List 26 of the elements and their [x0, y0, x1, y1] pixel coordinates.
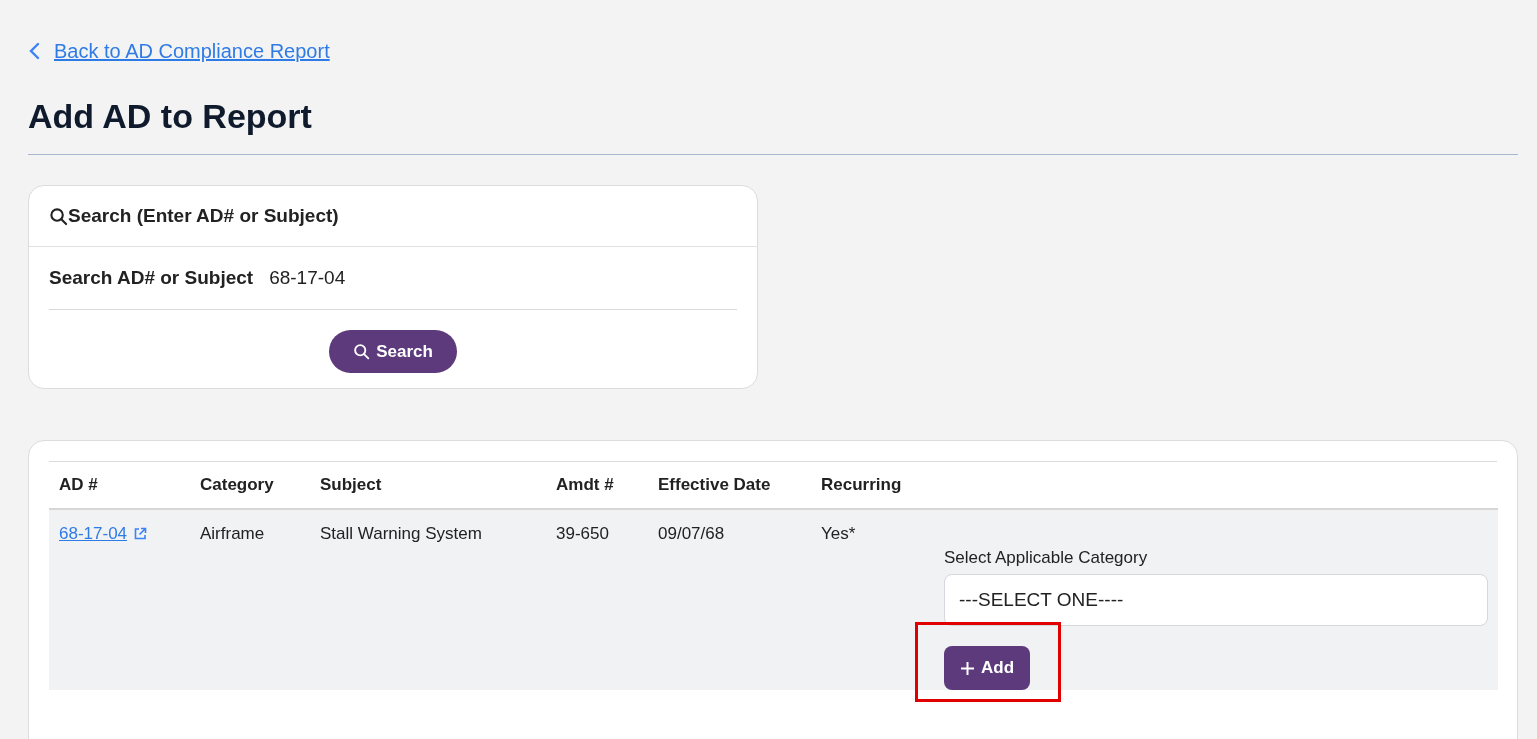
select-label: Select Applicable Category	[944, 548, 1149, 568]
back-link[interactable]: Back to AD Compliance Report	[54, 39, 330, 63]
column-header: Amdt #	[556, 475, 614, 495]
ad-link[interactable]: 68-17-04	[59, 524, 128, 544]
column-header: Subject	[320, 475, 382, 495]
external-link-icon	[133, 527, 148, 541]
column-header: Effective Date	[658, 475, 771, 495]
column-header: Category	[200, 475, 274, 495]
table-cell: 09/07/68	[658, 524, 725, 543]
table-cell: 39-650	[556, 524, 609, 543]
table-cell: Airframe	[200, 524, 265, 543]
page-title: Add AD to Report	[28, 96, 313, 137]
card-title: Search (Enter AD# or Subject)	[68, 205, 339, 227]
field-label: Search AD# or Subject	[49, 267, 254, 289]
search-button[interactable]: Search	[329, 330, 457, 373]
chevron-left-icon	[28, 42, 40, 60]
plus-icon	[960, 660, 975, 676]
column-header: Recurring	[821, 475, 902, 495]
search-field[interactable]: 68-17-04	[269, 267, 470, 289]
search-icon	[49, 206, 68, 226]
search-icon	[353, 343, 371, 360]
table-cell: Stall Warning System	[320, 524, 482, 543]
category-select[interactable]: ---SELECT ONE----	[944, 574, 1488, 626]
add-button[interactable]: Add	[944, 646, 1031, 690]
table-cell: Yes*	[821, 524, 856, 543]
column-header: AD #	[59, 475, 98, 495]
